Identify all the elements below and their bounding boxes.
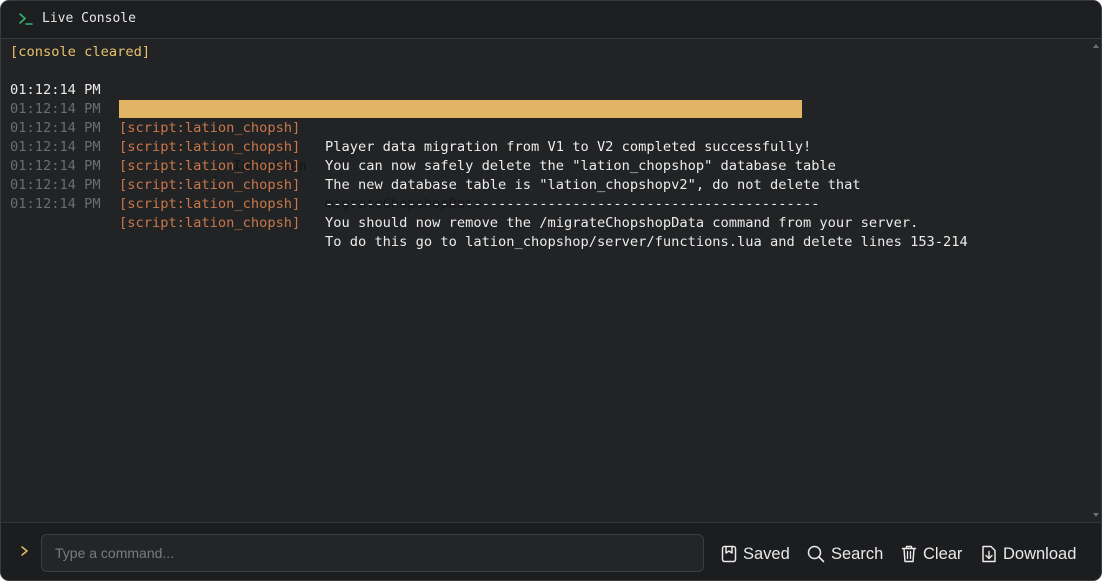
console-cleared-notice: [console cleared] (10, 44, 151, 60)
download-icon (982, 545, 996, 563)
command-input[interactable] (41, 534, 704, 572)
prompt-chevron-icon (21, 546, 28, 556)
terminal-icon (19, 13, 33, 25)
download-button[interactable]: Download (981, 543, 1076, 565)
log-line: 01:12:14 PM [script:lation_chopsh] The n… (1, 119, 1091, 193)
title-bar: Live Console (1, 1, 1101, 39)
scroll-down-arrow-icon[interactable] (1093, 513, 1099, 517)
bookmark-icon (721, 545, 737, 563)
command-bar: Saved Search Clear Download (1, 522, 1101, 580)
scroll-up-arrow-icon[interactable] (1093, 44, 1099, 48)
log-line: 01:12:14 PM [script:lation_chopsh] To do… (1, 176, 1091, 250)
search-icon (807, 545, 825, 563)
live-console-window: Live Console [console cleared] 01:12:14 … (0, 0, 1102, 581)
clear-button[interactable]: Clear (901, 543, 962, 565)
command-highlight-row: 01:12:14 PM IamLation migrateChopshopDat… (1, 62, 1091, 212)
log-source: [script:lation_chopsh] (119, 196, 301, 212)
console-log: [console cleared] 01:12:14 PM IamLation … (1, 39, 1091, 522)
saved-button[interactable]: Saved (721, 543, 790, 565)
log-message: You should now remove the /migrateChopsh… (325, 215, 919, 231)
log-message: ----------------------------------------… (325, 196, 820, 212)
window-title: Live Console (42, 11, 136, 26)
log-source: [script:lation_chopsh] (119, 215, 301, 231)
log-line: 01:12:14 PM [script:lation_chopsh] Playe… (1, 81, 1091, 155)
log-line: 01:12:14 PM [script:lation_chopsh] You s… (1, 157, 1091, 231)
trash-icon (901, 545, 917, 563)
search-label: Search (831, 544, 884, 563)
timestamp: 01:12:14 PM (10, 196, 101, 212)
search-button[interactable]: Search (807, 543, 883, 565)
log-line: 01:12:14 PM [script:lation_chopsh] You c… (1, 100, 1091, 174)
log-line: 01:12:14 PM [script:lation_chopsh] -----… (1, 138, 1091, 212)
clear-label: Clear (923, 544, 963, 563)
log-message: To do this go to lation_chopshop/server/… (325, 234, 968, 250)
console-scrollbar[interactable] (1091, 39, 1101, 522)
saved-label: Saved (743, 544, 790, 563)
download-label: Download (1003, 544, 1077, 563)
